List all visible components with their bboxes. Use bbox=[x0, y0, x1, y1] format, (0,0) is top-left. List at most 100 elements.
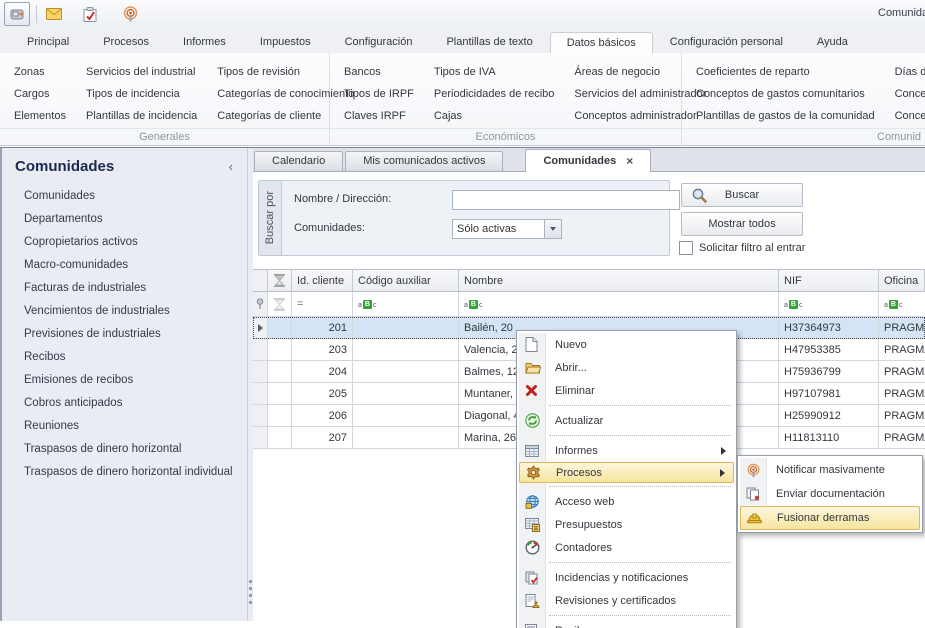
menu-item-label: Eliminar bbox=[555, 385, 595, 397]
ribbon-link-servicios-del-industrial[interactable]: Servicios del industrial bbox=[86, 61, 197, 83]
tab-informes[interactable]: Informes bbox=[166, 31, 243, 53]
menu-item-nuevo[interactable]: Nuevo bbox=[519, 333, 734, 356]
filter-nombre[interactable]: aBc bbox=[459, 292, 779, 317]
phone-icon[interactable] bbox=[4, 2, 30, 26]
search-button[interactable]: Buscar bbox=[681, 183, 803, 207]
sidebar-item-departamentos[interactable]: Departamentos bbox=[2, 208, 247, 231]
menu-item-eliminar[interactable]: Eliminar bbox=[519, 379, 734, 402]
sidebar-item-emisiones-de-recibos[interactable]: Emisiones de recibos bbox=[2, 369, 247, 392]
column-header-nif[interactable]: NIF bbox=[779, 270, 879, 292]
header-row-indicator bbox=[253, 270, 268, 292]
hourglass-icon[interactable] bbox=[268, 292, 292, 317]
menu-item-acceso-web[interactable]: Acceso web bbox=[519, 490, 734, 513]
submenu-item-notificar-masivamente[interactable]: Notificar masivamente bbox=[740, 458, 920, 482]
tab-ayuda[interactable]: Ayuda bbox=[800, 31, 865, 53]
ribbon-link-plantillas-de-incidencia[interactable]: Plantillas de incidencia bbox=[86, 105, 197, 127]
cell-aux bbox=[353, 405, 459, 427]
tab-procesos[interactable]: Procesos bbox=[86, 31, 166, 53]
ribbon-group-comunidad: Coeficientes de reparto Conceptos de gas… bbox=[682, 53, 925, 145]
sidebar-item-facturas-de-industriales[interactable]: Facturas de industriales bbox=[2, 277, 247, 300]
search-icon bbox=[691, 187, 708, 207]
ribbon-link-dias-de-em[interactable]: Días de em bbox=[895, 61, 925, 83]
column-header-nombre[interactable]: Nombre bbox=[459, 270, 779, 292]
sidebar-item-traspasos-horizontal-individual[interactable]: Traspasos de dinero horizontal individua… bbox=[2, 461, 247, 484]
communities-dropdown[interactable]: Sólo activas bbox=[452, 219, 562, 239]
menu-item-actualizar[interactable]: Actualizar bbox=[519, 409, 734, 432]
filter-codigo-auxiliar[interactable]: aBc bbox=[353, 292, 459, 317]
doc-tab-comunidades[interactable]: Comunidades × bbox=[525, 149, 651, 172]
ribbon-link-coeficientes-de-reparto[interactable]: Coeficientes de reparto bbox=[696, 61, 875, 83]
tab-principal[interactable]: Principal bbox=[10, 31, 86, 53]
menu-item-informes[interactable]: Informes bbox=[519, 439, 734, 462]
sidebar-item-comunidades[interactable]: Comunidades bbox=[2, 185, 247, 208]
web-access-icon bbox=[525, 495, 540, 509]
menu-item-presupuestos[interactable]: Presupuestos bbox=[519, 513, 734, 536]
ribbon-link-conceptos-1[interactable]: Conceptos bbox=[895, 83, 925, 105]
meter-icon bbox=[525, 540, 540, 555]
broadcast-icon[interactable] bbox=[118, 3, 142, 25]
document-tab-bar: Calendario Mis comunicados activos Comun… bbox=[253, 148, 925, 172]
filter-oficina[interactable]: aBc bbox=[879, 292, 925, 317]
budget-icon bbox=[525, 518, 540, 532]
menu-item-incidencias-y-notificaciones[interactable]: Incidencias y notificaciones bbox=[519, 566, 734, 589]
main-region: Comunidades ‹ Comunidades Departamentos … bbox=[0, 147, 925, 628]
menu-item-contadores[interactable]: Contadores bbox=[519, 536, 734, 559]
mail-icon[interactable] bbox=[42, 3, 66, 25]
filter-id-cliente[interactable]: = bbox=[292, 292, 353, 317]
submenu-item-enviar-documentacion[interactable]: Enviar documentación bbox=[740, 482, 920, 506]
sidebar-item-recibos[interactable]: Recibos bbox=[2, 346, 247, 369]
column-header-id-cliente[interactable]: Id. cliente bbox=[292, 270, 353, 292]
menu-item-abrir[interactable]: Abrir... bbox=[519, 356, 734, 379]
sidebar-item-traspasos-horizontal[interactable]: Traspasos de dinero horizontal bbox=[2, 438, 247, 461]
menu-separator bbox=[549, 562, 731, 563]
ribbon-link-elementos[interactable]: Elementos bbox=[14, 105, 66, 127]
doc-tab-label: Comunidades bbox=[543, 150, 616, 172]
sidebar-item-reuniones[interactable]: Reuniones bbox=[2, 415, 247, 438]
column-header-oficina[interactable]: Oficina bbox=[879, 270, 925, 292]
ribbon-link-tipos-de-iva[interactable]: Tipos de IVA bbox=[434, 61, 554, 83]
ribbon-link-tipos-de-irpf[interactable]: Tipos de IRPF bbox=[344, 83, 414, 105]
doc-tab-calendario[interactable]: Calendario bbox=[254, 151, 343, 171]
chevron-left-icon[interactable]: ‹ bbox=[225, 159, 237, 174]
name-address-input[interactable] bbox=[452, 190, 680, 210]
cell-nif: H47953385 bbox=[779, 339, 879, 361]
ribbon-link-conceptos-2[interactable]: Conceptos bbox=[895, 105, 925, 127]
doc-tab-mis-comunicados-activos[interactable]: Mis comunicados activos bbox=[345, 151, 503, 171]
tab-impuestos[interactable]: Impuestos bbox=[243, 31, 328, 53]
ribbon-group-label: Económicos bbox=[330, 128, 681, 143]
request-filter-checkbox-row[interactable]: Solicitar filtro al entrar bbox=[679, 241, 805, 255]
ribbon-link-zonas[interactable]: Zonas bbox=[14, 61, 66, 83]
column-header-codigo-auxiliar[interactable]: Código auxiliar bbox=[353, 270, 459, 292]
close-icon[interactable]: × bbox=[626, 150, 633, 172]
sidebar-item-copropietarios-activos[interactable]: Copropietarios activos bbox=[2, 231, 247, 254]
menu-item-revisiones-y-certificados[interactable]: Revisiones y certificados bbox=[519, 589, 734, 612]
menu-item-procesos[interactable]: Procesos bbox=[519, 462, 734, 483]
ribbon-tab-strip: Principal Procesos Informes Impuestos Co… bbox=[0, 28, 925, 53]
ribbon-link-periodicidades-de-recibo[interactable]: Periodicidades de recibo bbox=[434, 83, 554, 105]
tasks-icon[interactable] bbox=[78, 3, 102, 25]
sidebar-item-previsiones-de-industriales[interactable]: Previsiones de industriales bbox=[2, 323, 247, 346]
menu-item-recibos[interactable]: Recibos bbox=[519, 619, 734, 628]
show-all-button[interactable]: Mostrar todos bbox=[681, 212, 803, 236]
ribbon-link-conceptos-de-gastos-comunitarios[interactable]: Conceptos de gastos comunitarios bbox=[696, 83, 875, 105]
ribbon-link-tipos-de-incidencia[interactable]: Tipos de incidencia bbox=[86, 83, 197, 105]
chevron-down-icon[interactable] bbox=[544, 220, 561, 238]
tab-configuracion[interactable]: Configuración bbox=[328, 31, 430, 53]
ribbon-link-plantillas-de-gastos-de-la-comunidad[interactable]: Plantillas de gastos de la comunidad bbox=[696, 105, 875, 127]
abc-filter-icon: aBc bbox=[784, 300, 802, 309]
submenu-item-fusionar-derramas[interactable]: Fusionar derramas bbox=[740, 506, 920, 530]
ribbon-link-cajas[interactable]: Cajas bbox=[434, 105, 554, 127]
sidebar-item-vencimientos-de-industriales[interactable]: Vencimientos de industriales bbox=[2, 300, 247, 323]
sidebar-item-cobros-anticipados[interactable]: Cobros anticipados bbox=[2, 392, 247, 415]
broadcast-icon bbox=[746, 463, 761, 478]
ribbon-link-bancos[interactable]: Bancos bbox=[344, 61, 414, 83]
sidebar-item-macro-comunidades[interactable]: Macro-comunidades bbox=[2, 254, 247, 277]
ribbon-link-claves-irpf[interactable]: Claves IRPF bbox=[344, 105, 414, 127]
tab-datos-basicos[interactable]: Datos básicos bbox=[550, 32, 653, 54]
filter-nif[interactable]: aBc bbox=[779, 292, 879, 317]
tab-plantillas-de-texto[interactable]: Plantillas de texto bbox=[429, 31, 549, 53]
checkbox-unchecked-icon[interactable] bbox=[679, 241, 693, 255]
tab-configuracion-personal[interactable]: Configuración personal bbox=[653, 31, 800, 53]
hourglass-icon[interactable] bbox=[268, 270, 292, 292]
ribbon-link-cargos[interactable]: Cargos bbox=[14, 83, 66, 105]
